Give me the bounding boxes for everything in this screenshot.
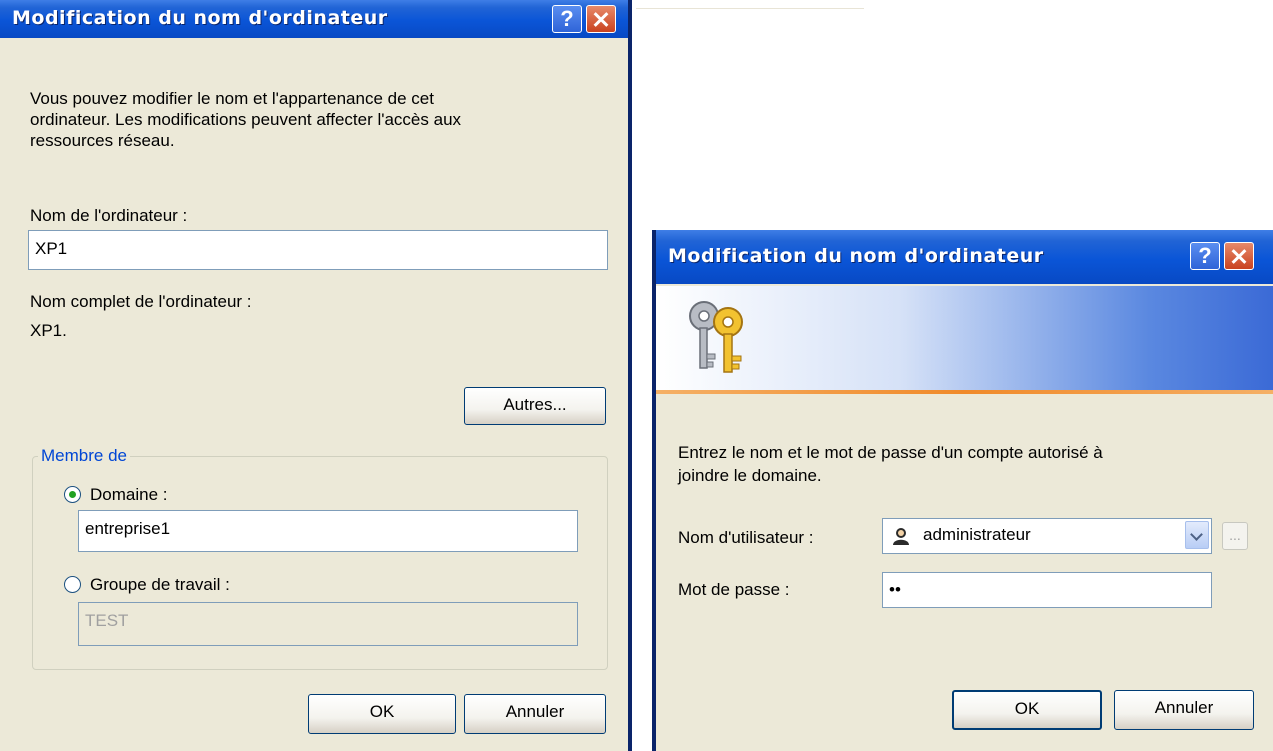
username-combo[interactable]: administrateur <box>882 518 1212 554</box>
cancel-button[interactable]: Annuler <box>1114 690 1254 730</box>
dialog-title: Modification du nom d'ordinateur <box>668 245 1044 267</box>
dialog-title: Modification du nom d'ordinateur <box>12 7 388 29</box>
help-icon[interactable]: ? <box>1190 242 1220 270</box>
workgroup-input[interactable]: TEST <box>78 602 578 646</box>
member-of-legend: Membre de <box>38 446 130 466</box>
credentials-dialog: Modification du nom d'ordinateur ? Entre… <box>652 230 1273 751</box>
domain-input[interactable]: entreprise1 <box>78 510 578 552</box>
username-label: Nom d'utilisateur : <box>678 528 814 547</box>
password-input[interactable]: •• <box>882 572 1212 608</box>
instruction-line-1: Entrez le nom et le mot de passe d'un co… <box>678 443 1103 462</box>
intro-line-2: ordinateur. Les modifications peuvent af… <box>30 110 462 129</box>
chevron-down-icon[interactable] <box>1185 521 1209 549</box>
intro-line-1: Vous pouvez modifier le nom et l'apparte… <box>30 89 434 108</box>
ok-button[interactable]: OK <box>952 690 1102 730</box>
title-bar[interactable]: Modification du nom d'ordinateur ? <box>0 0 628 38</box>
keys-icon <box>689 301 743 373</box>
browse-button[interactable]: ... <box>1222 522 1248 550</box>
domain-radio[interactable] <box>64 486 81 503</box>
close-icon[interactable] <box>586 5 616 33</box>
username-value: administrateur <box>923 525 1031 544</box>
cancel-button[interactable]: Annuler <box>464 694 606 734</box>
workgroup-label: Groupe de travail : <box>90 575 230 594</box>
help-icon[interactable]: ? <box>552 5 582 33</box>
full-name-label: Nom complet de l'ordinateur : <box>30 292 252 311</box>
full-name-value: XP1. <box>30 321 67 340</box>
title-bar[interactable]: Modification du nom d'ordinateur ? <box>656 230 1273 284</box>
more-button[interactable]: Autres... <box>464 387 606 425</box>
computer-name-label: Nom de l'ordinateur : <box>30 206 188 225</box>
banner-accent-line <box>656 390 1273 394</box>
domain-label: Domaine : <box>90 485 168 504</box>
computer-name-dialog: Modification du nom d'ordinateur ? Vous … <box>0 0 632 751</box>
close-icon[interactable] <box>1224 242 1254 270</box>
computer-name-input[interactable]: XP1 <box>28 230 608 270</box>
ok-button[interactable]: OK <box>308 694 456 734</box>
password-label: Mot de passe : <box>678 580 790 599</box>
user-icon <box>893 528 909 545</box>
workgroup-radio[interactable] <box>64 576 81 593</box>
instruction-line-2: joindre le domaine. <box>678 466 822 485</box>
background-divider <box>636 8 864 9</box>
intro-line-3: ressources réseau. <box>30 131 175 150</box>
